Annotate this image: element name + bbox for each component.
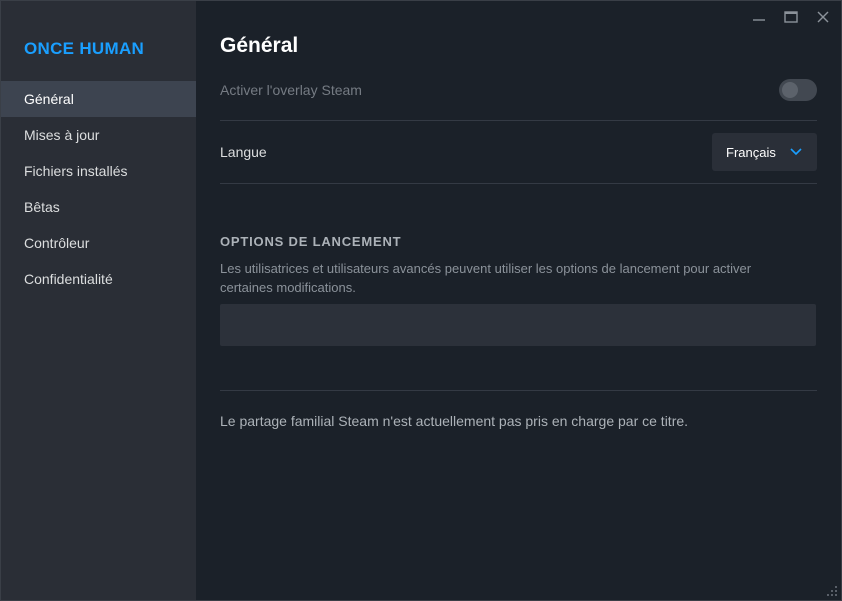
- divider: [220, 390, 817, 391]
- properties-window: ONCE HUMAN Général Mises à jour Fichiers…: [0, 0, 842, 601]
- sidebar: ONCE HUMAN Général Mises à jour Fichiers…: [1, 1, 196, 600]
- language-selected-value: Français: [726, 144, 776, 160]
- close-button[interactable]: [811, 7, 835, 27]
- sidebar-item-privacy[interactable]: Confidentialité: [1, 261, 196, 297]
- chevron-down-icon: [790, 148, 802, 156]
- minimize-button[interactable]: [747, 7, 771, 27]
- overlay-toggle[interactable]: [779, 79, 817, 101]
- window-controls: [747, 7, 835, 27]
- resize-grip-icon[interactable]: [826, 585, 838, 597]
- toggle-knob: [782, 82, 798, 98]
- page-title: Général: [220, 34, 299, 57]
- launch-options-heading: OPTIONS DE LANCEMENT: [220, 234, 402, 249]
- minimize-icon: [753, 19, 765, 21]
- sidebar-item-updates[interactable]: Mises à jour: [1, 117, 196, 153]
- main-panel: Général Activer l'overlay Steam Langue F…: [196, 1, 841, 600]
- sidebar-item-general[interactable]: Général: [1, 81, 196, 117]
- sidebar-item-controller[interactable]: Contrôleur: [1, 225, 196, 261]
- sidebar-item-betas[interactable]: Bêtas: [1, 189, 196, 225]
- maximize-button[interactable]: [779, 7, 803, 27]
- maximize-icon: [784, 11, 798, 23]
- sidebar-item-installed-files[interactable]: Fichiers installés: [1, 153, 196, 189]
- language-dropdown[interactable]: Français: [712, 133, 817, 171]
- close-icon: [817, 11, 829, 23]
- overlay-setting-row: Activer l'overlay Steam: [220, 60, 817, 121]
- launch-options-input[interactable]: [220, 304, 816, 346]
- app-title: ONCE HUMAN: [24, 39, 145, 58]
- language-label: Langue: [220, 144, 267, 160]
- family-sharing-note: Le partage familial Steam n'est actuelle…: [220, 413, 689, 429]
- language-setting-row: Langue Français: [220, 121, 817, 184]
- overlay-label: Activer l'overlay Steam: [220, 82, 362, 98]
- launch-options-description: Les utilisatrices et utilisateurs avancé…: [220, 261, 752, 295]
